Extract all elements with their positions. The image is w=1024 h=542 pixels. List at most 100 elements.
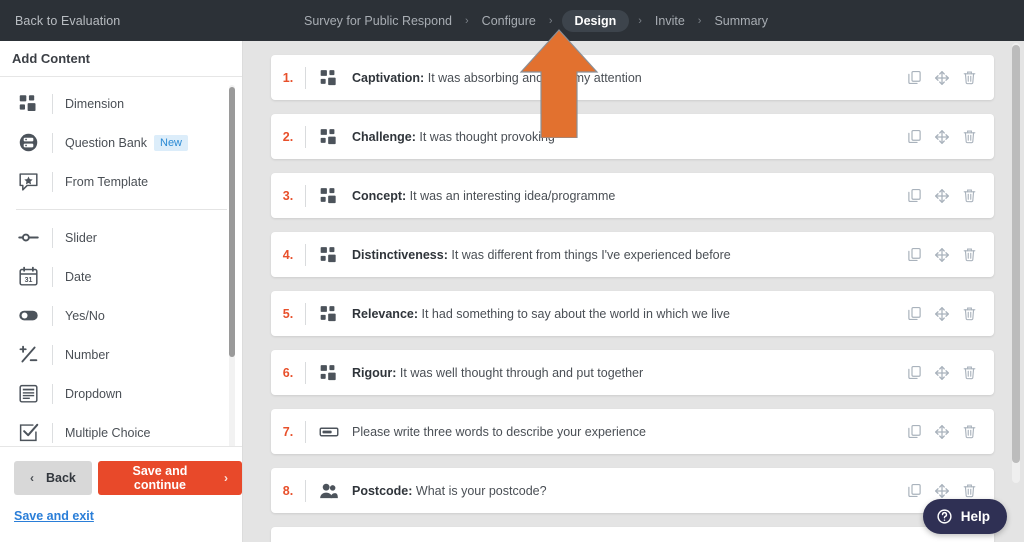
sidebar-item-divider xyxy=(52,266,53,287)
question-row[interactable]: 4. Distinctiveness: It was different from… xyxy=(271,232,994,277)
sidebar-item-divider xyxy=(52,422,53,443)
svg-text:31: 31 xyxy=(25,277,33,284)
move-icon[interactable] xyxy=(934,188,950,204)
duplicate-icon[interactable] xyxy=(907,188,922,203)
move-icon[interactable] xyxy=(934,306,950,322)
sidebar-scroll-area: Dimension Question Bank New From Template S… xyxy=(0,78,243,483)
delete-icon[interactable] xyxy=(962,483,977,498)
move-icon[interactable] xyxy=(934,365,950,381)
sidebar-footer: ‹ Back Save and continue › Save and exit xyxy=(0,446,242,542)
sidebar-item-date[interactable]: 31 Date xyxy=(0,257,243,296)
move-icon[interactable] xyxy=(934,70,950,86)
move-icon[interactable] xyxy=(934,483,950,499)
question-number: 5. xyxy=(282,306,294,321)
sidebar-title: Add Content xyxy=(0,41,242,77)
sidebar-item-label: Dimension xyxy=(65,96,125,111)
sidebar-item-divider xyxy=(52,305,53,326)
question-number: 2. xyxy=(282,129,294,144)
question-number: 8. xyxy=(282,483,294,498)
question-type-list: Slider 31 Date Yes/No Number Dropdown Multiple… xyxy=(0,218,243,452)
breadcrumb-item-summary[interactable]: Summary xyxy=(710,12,771,30)
duplicate-icon[interactable] xyxy=(907,129,922,144)
question-text: Concept: It was an interesting idea/prog… xyxy=(352,189,615,203)
breadcrumb-separator-icon: › xyxy=(548,14,553,27)
question-row[interactable]: 2. Challenge: It was thought provoking xyxy=(271,114,994,159)
question-body: Please write three words to describe you… xyxy=(352,424,646,439)
app-root: Back to Evaluation Survey for Public Res… xyxy=(0,0,1024,542)
question-row[interactable]: 8. Postcode: What is your postcode? xyxy=(271,468,994,513)
delete-icon[interactable] xyxy=(962,188,977,203)
sidebar-scrollbar-thumb[interactable] xyxy=(229,87,235,357)
sidebar-item-dropdown[interactable]: Dropdown xyxy=(0,374,243,413)
duplicate-icon[interactable] xyxy=(907,247,922,262)
sidebar-item-label: Date xyxy=(65,269,92,284)
add-content-sidebar: Add Content Dimension Question Bank New Fro… xyxy=(0,41,243,542)
duplicate-icon[interactable] xyxy=(907,306,922,321)
question-number: 3. xyxy=(282,188,294,203)
breadcrumb-item-survey-for-public-respond[interactable]: Survey for Public Respond xyxy=(300,12,456,30)
duplicate-icon[interactable] xyxy=(907,365,922,380)
sidebar-item-yes-no[interactable]: Yes/No xyxy=(0,296,243,335)
question-row-actions xyxy=(907,232,977,277)
breadcrumb-item-design[interactable]: Design xyxy=(561,9,630,32)
delete-icon[interactable] xyxy=(962,247,977,262)
delete-icon[interactable] xyxy=(962,70,977,85)
save-and-exit-link[interactable]: Save and exit xyxy=(14,509,94,523)
question-row[interactable]: 3. Concept: It was an interesting idea/pr… xyxy=(271,173,994,218)
question-title: Captivation: xyxy=(352,70,425,85)
duplicate-icon[interactable] xyxy=(907,424,922,439)
question-body: It was thought provoking xyxy=(419,129,555,144)
dimension-grid-icon xyxy=(306,127,352,147)
question-number: 1. xyxy=(282,70,294,85)
question-row[interactable]: 9. xyxy=(271,527,994,542)
question-row-actions xyxy=(907,55,977,100)
question-row[interactable]: 5. Relevance: It had something to say abo… xyxy=(271,291,994,336)
breadcrumb-item-invite[interactable]: Invite xyxy=(651,12,689,30)
sidebar-item-question-bank[interactable]: Question Bank New xyxy=(0,123,243,162)
sidebar-item-dimension[interactable]: Dimension xyxy=(0,84,243,123)
question-text: Distinctiveness: It was different from t… xyxy=(352,248,731,262)
sidebar-item-divider xyxy=(52,93,53,114)
sidebar-item-label: Multiple Choice xyxy=(65,425,151,440)
question-list: 1. Captivation: It was absorbing and held… xyxy=(243,41,1024,542)
move-icon[interactable] xyxy=(934,129,950,145)
duplicate-icon[interactable] xyxy=(907,70,922,85)
sidebar-item-slider[interactable]: Slider xyxy=(0,218,243,257)
save-and-continue-button[interactable]: Save and continue › xyxy=(97,461,242,495)
help-button[interactable]: Help xyxy=(922,499,1007,534)
question-circle-icon xyxy=(936,508,953,525)
question-row[interactable]: 1. Captivation: It was absorbing and held… xyxy=(271,55,994,100)
back-to-evaluation-label: Back to Evaluation xyxy=(15,13,121,28)
calendar-icon: 31 xyxy=(18,264,52,290)
breadcrumb-separator-icon: › xyxy=(697,14,702,27)
question-number: 6. xyxy=(282,365,294,380)
delete-icon[interactable] xyxy=(962,424,977,439)
question-row-actions xyxy=(907,114,977,159)
sidebar-divider xyxy=(16,209,227,210)
sidebar-item-from-template[interactable]: From Template xyxy=(0,162,243,201)
delete-icon[interactable] xyxy=(962,129,977,144)
question-text: Please write three words to describe you… xyxy=(352,425,646,439)
main-scrollbar-thumb[interactable] xyxy=(1012,45,1020,463)
breadcrumb-item-configure[interactable]: Configure xyxy=(478,12,540,30)
move-icon[interactable] xyxy=(934,424,950,440)
question-row-actions xyxy=(907,409,977,454)
question-body: It was different from things I've experi… xyxy=(451,247,731,262)
duplicate-icon[interactable] xyxy=(907,483,922,498)
question-number: 7. xyxy=(282,424,294,439)
delete-icon[interactable] xyxy=(962,365,977,380)
back-to-evaluation-link[interactable]: Back to Evaluation xyxy=(15,0,120,41)
question-row[interactable]: 6. Rigour: It was well thought through an… xyxy=(271,350,994,395)
breadcrumb-separator-icon: › xyxy=(638,14,642,27)
sidebar-item-number[interactable]: Number xyxy=(0,335,243,374)
sidebar-item-divider xyxy=(52,383,53,404)
question-row[interactable]: 7. Please write three words to describe y… xyxy=(271,409,994,454)
move-icon[interactable] xyxy=(934,247,950,263)
question-row-actions xyxy=(907,291,977,336)
sidebar-title-label: Add Content xyxy=(12,51,90,66)
checkbox-check-icon xyxy=(18,420,52,446)
dimension-grid-icon xyxy=(306,245,352,265)
question-title: Relevance: xyxy=(352,306,419,321)
back-button[interactable]: ‹ Back xyxy=(14,461,92,495)
delete-icon[interactable] xyxy=(962,306,977,321)
